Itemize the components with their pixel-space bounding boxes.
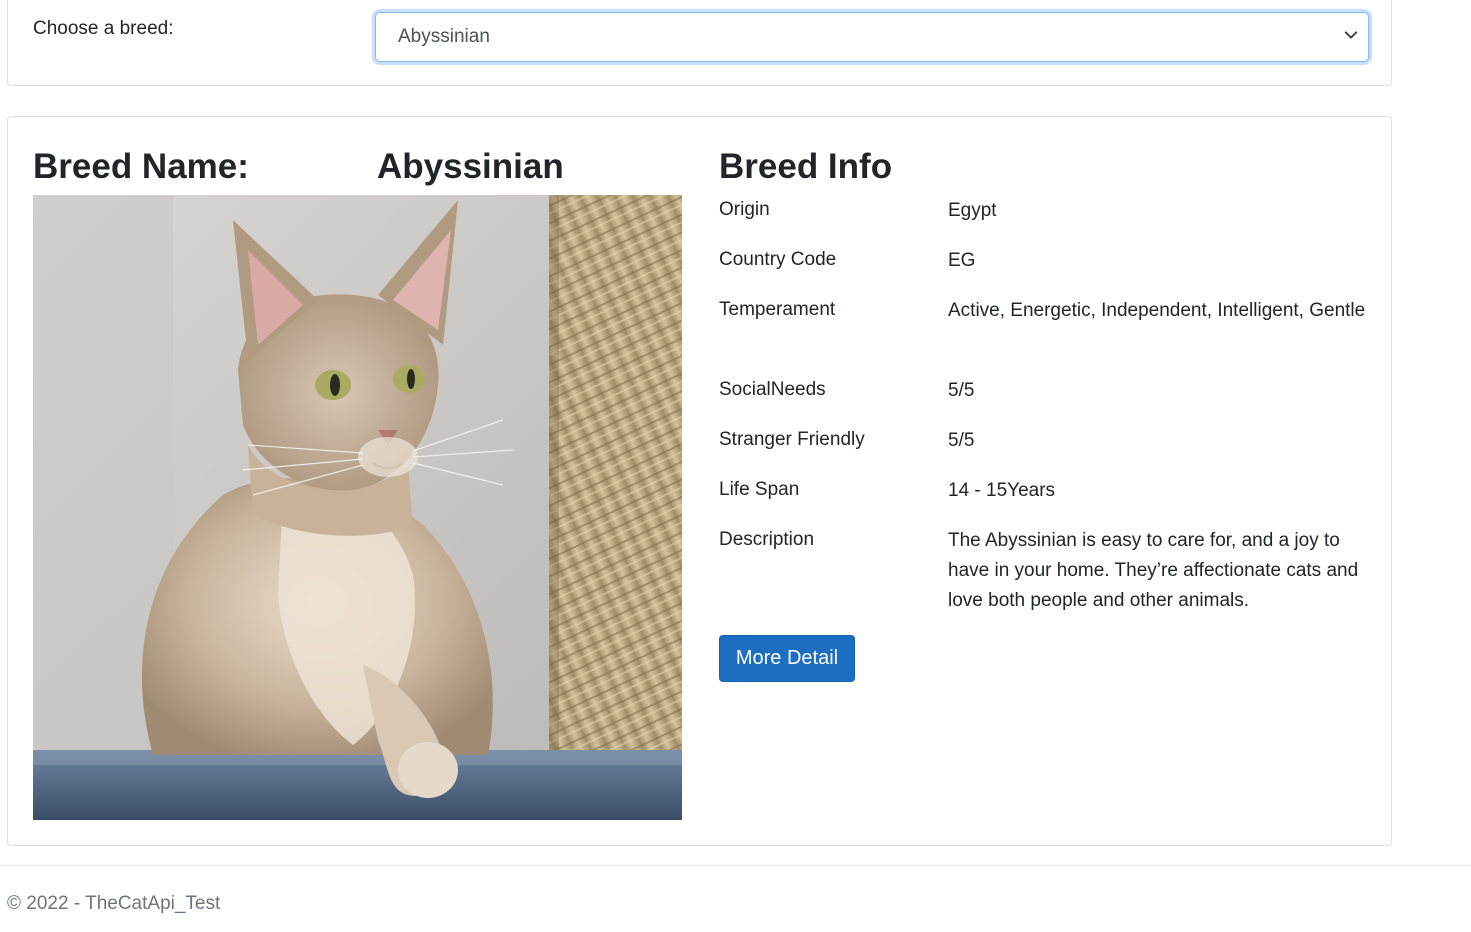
country-code-value: EG	[948, 250, 976, 271]
choose-breed-label: Choose a breed:	[33, 18, 174, 39]
country-code-label: Country Code	[719, 249, 837, 270]
life-span-label: Life Span	[719, 479, 800, 500]
breed-photo	[33, 195, 682, 820]
breed-name-heading: Breed Name:	[33, 147, 249, 186]
breed-select[interactable]: Abyssinian	[375, 12, 1369, 62]
life-span-value: 14 - 15Years	[948, 480, 1056, 501]
chevron-down-icon	[1344, 31, 1358, 39]
breed-info-heading: Breed Info	[719, 147, 893, 186]
temperament-value: Active, Energetic, Independent, Intellig…	[948, 300, 1366, 321]
social-needs-value: 5/5	[948, 380, 975, 401]
footer-divider	[0, 865, 1471, 866]
footer-copyright: © 2022 - TheCatApi_Test	[7, 893, 221, 914]
origin-value: Egypt	[948, 200, 997, 221]
origin-label: Origin	[719, 199, 770, 220]
social-needs-label: SocialNeeds	[719, 379, 826, 400]
temperament-label: Temperament	[719, 299, 836, 320]
stranger-friendly-value: 5/5	[948, 430, 975, 451]
description-label: Description	[719, 529, 815, 550]
breed-name: Abyssinian	[377, 147, 564, 186]
breed-select-value: Abyssinian	[398, 26, 490, 47]
breed-selector-card: Choose a breed: Abyssinian	[7, 0, 1392, 86]
stranger-friendly-label: Stranger Friendly	[719, 429, 865, 450]
description-value: The Abyssinian is easy to care for, and …	[948, 530, 1359, 611]
breed-detail-card: Breed Name: Abyssinian Breed Info Origin…	[7, 116, 1392, 846]
more-detail-button[interactable]: More Detail	[719, 635, 855, 682]
